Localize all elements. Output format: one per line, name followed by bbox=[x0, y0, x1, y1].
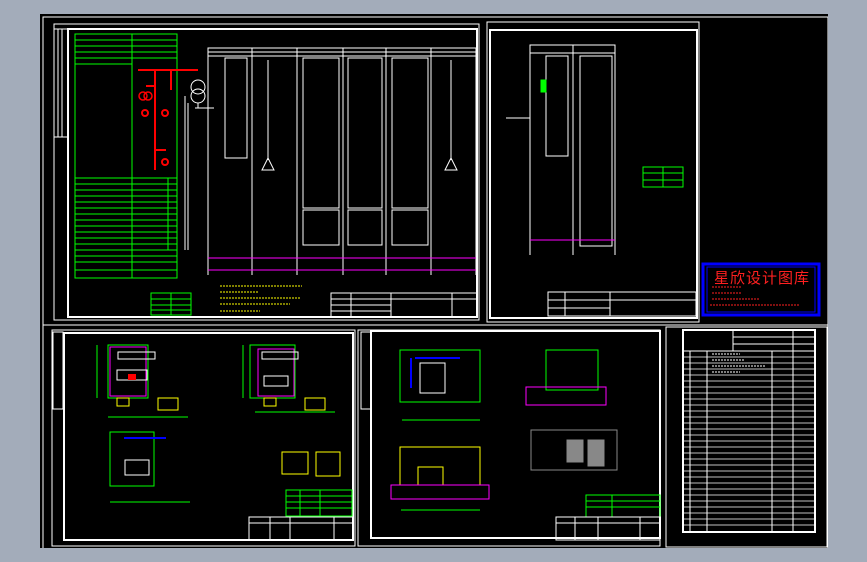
watermark-logo: 星欣设计图库 bbox=[701, 262, 821, 317]
title-block bbox=[330, 292, 478, 318]
cad-drawing-viewport[interactable]: 星欣设计图库 bbox=[40, 14, 828, 548]
lv-switchgear-table bbox=[207, 47, 477, 275]
sheet-equipment-floor-plans[interactable] bbox=[51, 329, 356, 547]
transformer-symbol bbox=[184, 79, 214, 250]
parameter-table bbox=[74, 33, 192, 316]
hv-busbar bbox=[138, 69, 198, 170]
sheet-single-line-diagram[interactable] bbox=[53, 23, 480, 321]
outer-frame bbox=[42, 16, 828, 548]
index-rows bbox=[683, 356, 815, 526]
cad-drawing-canvas[interactable]: 星欣设计图库 bbox=[40, 14, 828, 548]
title-strip-left bbox=[53, 28, 69, 138]
watermark-title: 星欣设计图库 bbox=[714, 269, 810, 287]
sheet-sections-and-elevations[interactable] bbox=[357, 329, 661, 547]
notes-text bbox=[220, 285, 302, 312]
sheet-low-voltage-branch-diagram[interactable] bbox=[486, 21, 700, 323]
sheet-drawing-index-table[interactable] bbox=[665, 326, 828, 548]
busbar-rows bbox=[208, 257, 476, 271]
